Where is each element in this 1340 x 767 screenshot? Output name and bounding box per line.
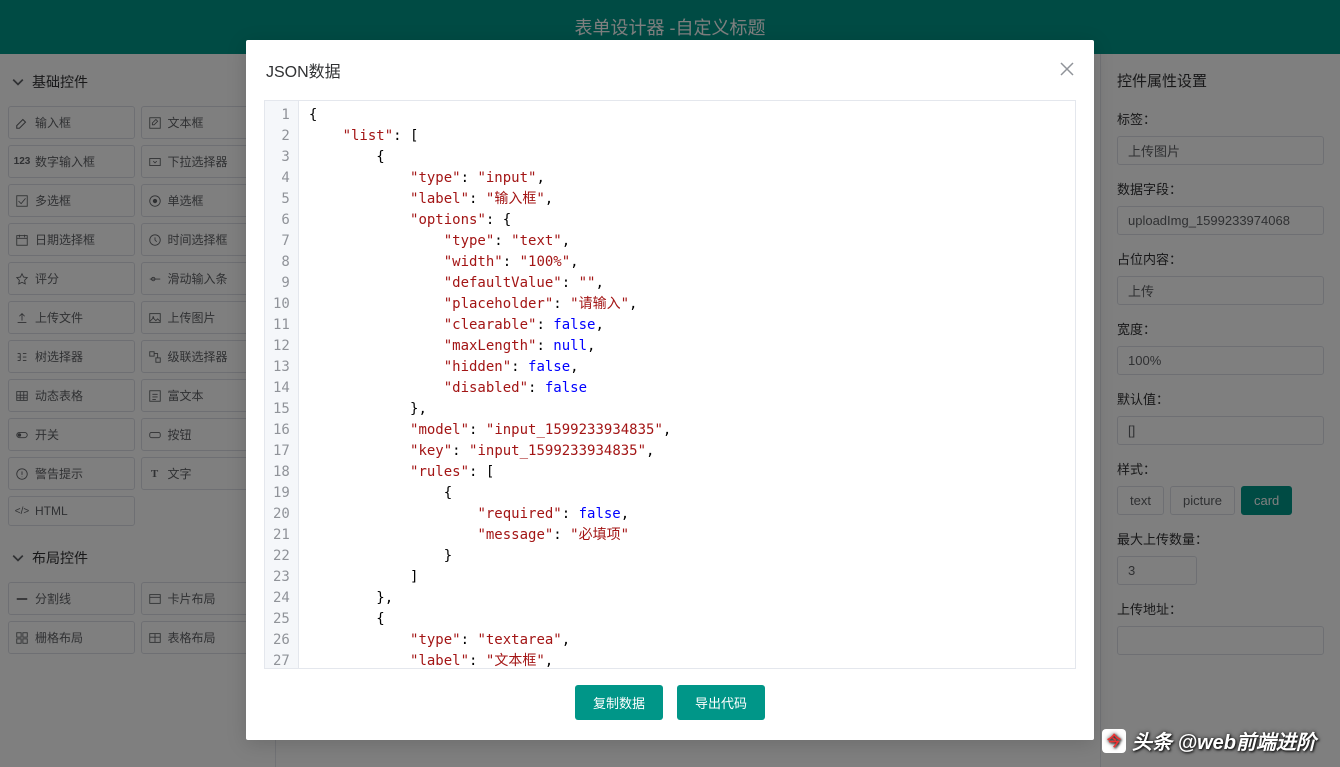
watermark-icon: 今 (1102, 729, 1126, 753)
watermark: 今 头条 @web前端进阶 (1102, 726, 1316, 755)
watermark-text: 头条 @web前端进阶 (1132, 726, 1316, 755)
export-code-button[interactable]: 导出代码 (677, 685, 765, 720)
copy-data-button[interactable]: 复制数据 (575, 685, 663, 720)
dialog-title: JSON数据 (266, 58, 341, 82)
json-dialog: JSON数据 123456789101112131415161718192021… (246, 40, 1094, 740)
dialog-close-button[interactable] (1060, 60, 1074, 81)
close-icon (1060, 62, 1074, 76)
code-editor[interactable]: 1234567891011121314151617181920212223242… (264, 100, 1076, 669)
